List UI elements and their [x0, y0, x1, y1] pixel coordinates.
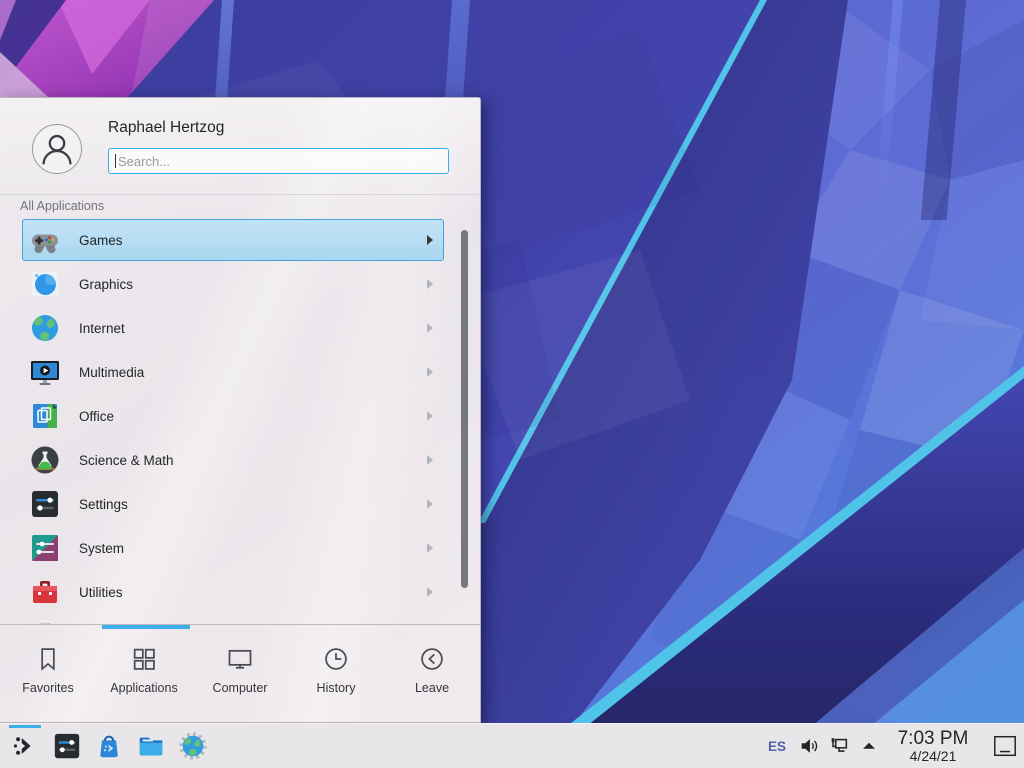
- submenu-arrow-icon: [427, 499, 433, 509]
- submenu-arrow-icon: [427, 279, 433, 289]
- category-row-office[interactable]: Office: [22, 395, 444, 437]
- system-icon: [29, 532, 61, 564]
- taskbar-launcher-button[interactable]: [4, 724, 46, 768]
- category-label: Settings: [79, 497, 128, 512]
- tab-favorites[interactable]: Favorites: [0, 633, 96, 713]
- category-row-internet[interactable]: Internet: [22, 307, 444, 349]
- category-label: System: [79, 541, 124, 556]
- search-input[interactable]: [109, 149, 448, 173]
- taskbar-web-browser-button[interactable]: [172, 724, 214, 768]
- category-row-help[interactable]: Help: [22, 615, 444, 624]
- category-row-games[interactable]: Games: [22, 219, 444, 261]
- favorites-icon: [34, 645, 62, 673]
- tab-history[interactable]: History: [288, 633, 384, 713]
- clock-date: 4/24/21: [890, 749, 976, 764]
- user-avatar[interactable]: [32, 124, 82, 174]
- tab-label: Computer: [213, 681, 268, 695]
- scrollbar[interactable]: [461, 230, 468, 588]
- science-icon: [29, 444, 61, 476]
- tab-applications[interactable]: Applications: [96, 633, 192, 713]
- keyboard-layout-indicator[interactable]: ES: [760, 739, 794, 754]
- submenu-arrow-icon: [427, 411, 433, 421]
- category-label: Graphics: [79, 277, 133, 292]
- submenu-arrow-icon: [427, 587, 433, 597]
- launcher-header: Raphael Hertzog: [0, 98, 480, 194]
- header-separator: [0, 194, 480, 195]
- expand-tray-icon[interactable]: [854, 724, 884, 768]
- category-label: Multimedia: [79, 365, 144, 380]
- folder-icon: [136, 731, 166, 761]
- submenu-arrow-icon: [427, 323, 433, 333]
- tab-label: Applications: [110, 681, 177, 695]
- network-icon[interactable]: [824, 724, 854, 768]
- system-tray: ES 7:03 PM 4/24/21: [760, 724, 1024, 768]
- category-row-multimedia[interactable]: Multimedia: [22, 351, 444, 393]
- desktop: Raphael Hertzog All Applications Games Gr…: [0, 0, 1024, 768]
- taskbar-system-settings-button[interactable]: [46, 724, 88, 768]
- category-row-utilities[interactable]: Utilities: [22, 571, 444, 613]
- category-label: Office: [79, 409, 114, 424]
- tab-computer[interactable]: Computer: [192, 633, 288, 713]
- taskbar-discover-button[interactable]: [88, 724, 130, 768]
- submenu-arrow-icon: [427, 543, 433, 553]
- submenu-arrow-icon: [427, 235, 433, 245]
- discover-icon: [94, 731, 124, 761]
- section-label: All Applications: [20, 199, 104, 213]
- tabbar-separator: [0, 624, 480, 625]
- tab-label: Leave: [415, 681, 449, 695]
- computer-icon: [226, 645, 254, 673]
- internet-icon: [29, 312, 61, 344]
- category-row-graphics[interactable]: Graphics: [22, 263, 444, 305]
- category-label: Science & Math: [79, 453, 174, 468]
- category-label: Internet: [79, 321, 125, 336]
- category-list: Games Graphics Internet Multimedia Office Sci…: [0, 219, 480, 624]
- user-name: Raphael Hertzog: [108, 119, 224, 137]
- show-desktop-button[interactable]: [986, 724, 1024, 768]
- browser-icon: [178, 731, 208, 761]
- graphics-icon: [29, 268, 61, 300]
- volume-icon[interactable]: [794, 724, 824, 768]
- category-label: Games: [79, 233, 123, 248]
- tab-label: History: [317, 681, 356, 695]
- office-icon: [29, 400, 61, 432]
- category-label: Utilities: [79, 585, 123, 600]
- category-row-science-math[interactable]: Science & Math: [22, 439, 444, 481]
- application-launcher-menu: Raphael Hertzog All Applications Games Gr…: [0, 97, 481, 723]
- submenu-arrow-icon: [427, 367, 433, 377]
- leave-icon: [418, 645, 446, 673]
- clock[interactable]: 7:03 PM 4/24/21: [890, 729, 976, 764]
- taskbar-file-manager-button[interactable]: [130, 724, 172, 768]
- kickoff-icon: [10, 731, 40, 761]
- utilities-icon: [29, 576, 61, 608]
- active-task-indicator: [9, 725, 41, 728]
- category-row-system[interactable]: System: [22, 527, 444, 569]
- games-icon: [29, 224, 61, 256]
- multimedia-icon: [29, 356, 61, 388]
- clock-time: 7:03 PM: [890, 729, 976, 749]
- tab-leave[interactable]: Leave: [384, 633, 480, 713]
- history-icon: [322, 645, 350, 673]
- settings-app-icon: [52, 731, 82, 761]
- active-tab-indicator: [102, 625, 190, 629]
- category-row-settings[interactable]: Settings: [22, 483, 444, 525]
- launcher-tab-bar: Favorites Applications Computer History Leav…: [0, 633, 480, 713]
- applications-icon: [130, 645, 158, 673]
- text-cursor: [115, 154, 116, 168]
- settings-icon: [29, 488, 61, 520]
- search-box: [108, 148, 449, 174]
- tab-label: Favorites: [22, 681, 73, 695]
- submenu-arrow-icon: [427, 455, 433, 465]
- taskbar: ES 7:03 PM 4/24/21: [0, 723, 1024, 768]
